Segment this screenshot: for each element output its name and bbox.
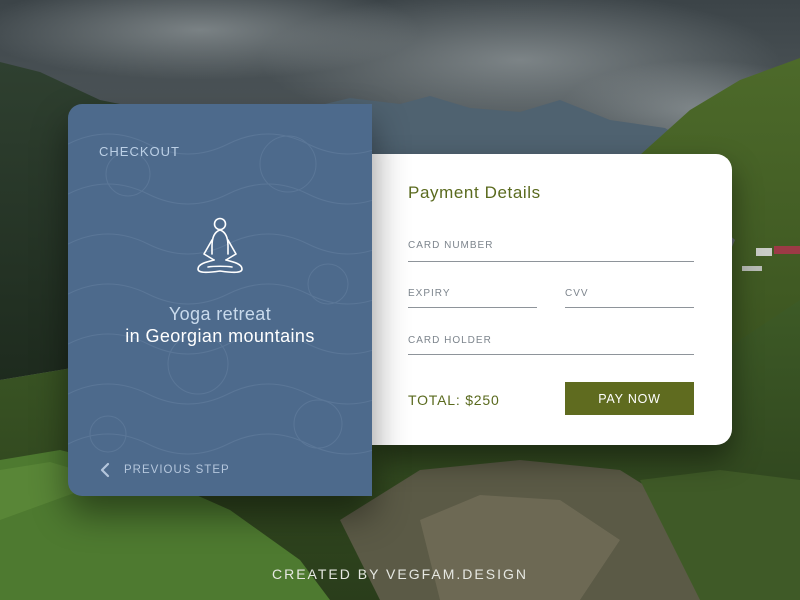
- product-title: Yoga retreat: [168, 304, 272, 324]
- cvv-label: CVV: [565, 288, 589, 299]
- card-number-label: CARD NUMBER: [408, 240, 494, 251]
- chevron-left-icon: [100, 462, 110, 478]
- cvv-field[interactable]: CVV: [565, 288, 694, 308]
- product-subtitle: in Georgian mountains: [125, 326, 315, 346]
- expiry-field[interactable]: EXPIRY: [408, 288, 537, 308]
- expiry-label: EXPIRY: [408, 288, 451, 299]
- card-holder-field[interactable]: CARD HOLDER: [408, 335, 694, 355]
- card-background-pattern: [68, 133, 372, 455]
- checkout-heading: CHECKOUT: [99, 144, 180, 159]
- meditation-figure-icon: [197, 217, 243, 274]
- previous-step-link[interactable]: PREVIOUS STEP: [99, 460, 230, 480]
- card-holder-label: CARD HOLDER: [408, 335, 492, 346]
- payment-details-card: Payment Details CARD NUMBER EXPIRY CVV C…: [372, 154, 732, 445]
- card-number-field[interactable]: CARD NUMBER: [408, 240, 694, 262]
- design-credit: CREATED BY VEGFAM.DESIGN: [272, 566, 528, 582]
- pay-now-button[interactable]: PAY NOW: [565, 382, 694, 415]
- order-total: TOTAL: $250: [408, 392, 500, 408]
- payment-details-title: Payment Details: [408, 183, 541, 202]
- checkout-card: CHECKOUT Yoga retreat in Georgian mounta…: [68, 104, 372, 496]
- previous-step-label: PREVIOUS STEP: [124, 464, 230, 476]
